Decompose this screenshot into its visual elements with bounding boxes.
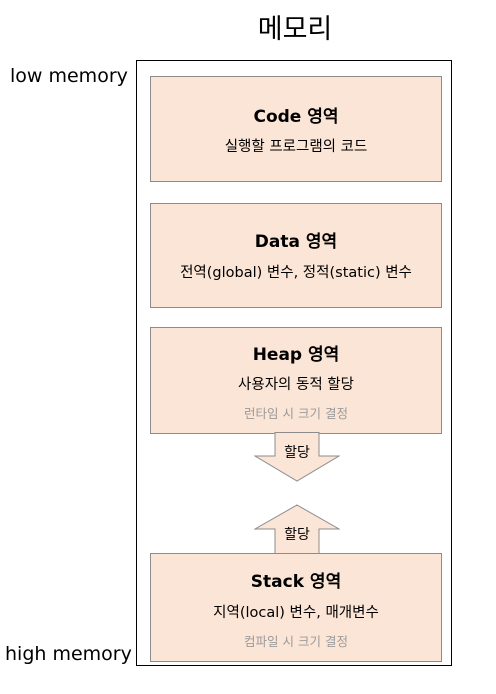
heap-growth-arrow: 할당 bbox=[254, 432, 340, 482]
code-segment-description: 실행할 프로그램의 코드 bbox=[224, 139, 368, 155]
heap-segment-note: 런타임 시 크기 결정 bbox=[244, 406, 348, 421]
high-memory-label: high memory bbox=[5, 643, 132, 665]
stack-segment-description: 지역(local) 변수, 매개변수 bbox=[213, 605, 379, 621]
data-segment-description: 전역(global) 변수, 정적(static) 변수 bbox=[180, 265, 412, 281]
diagram-title: 메모리 bbox=[257, 14, 333, 45]
stack-segment-note: 컴파일 시 크기 결정 bbox=[244, 634, 348, 649]
heap-segment-description: 사용자의 동적 할당 bbox=[238, 377, 354, 393]
heap-segment: Heap 영역 사용자의 동적 할당 런타임 시 크기 결정 bbox=[150, 327, 442, 434]
stack-segment: Stack 영역 지역(local) 변수, 매개변수 컴파일 시 크기 결정 bbox=[150, 553, 442, 662]
stack-segment-title: Stack 영역 bbox=[250, 572, 342, 592]
data-segment: Data 영역 전역(global) 변수, 정적(static) 변수 bbox=[150, 203, 442, 308]
low-memory-label: low memory bbox=[10, 65, 128, 87]
heap-arrow-label: 할당 bbox=[284, 445, 310, 461]
stack-growth-arrow: 할당 bbox=[254, 504, 340, 554]
heap-segment-title: Heap 영역 bbox=[252, 345, 340, 365]
stack-arrow-label: 할당 bbox=[284, 527, 310, 543]
data-segment-title: Data 영역 bbox=[254, 232, 338, 252]
code-segment: Code 영역 실행할 프로그램의 코드 bbox=[150, 76, 442, 182]
code-segment-title: Code 영역 bbox=[253, 107, 339, 127]
